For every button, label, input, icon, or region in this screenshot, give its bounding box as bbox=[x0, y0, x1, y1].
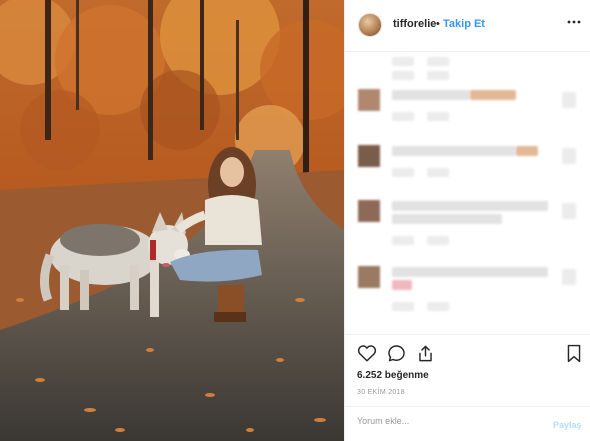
comment-input[interactable] bbox=[357, 416, 527, 426]
comment-text-blurred bbox=[392, 267, 548, 277]
username-link[interactable]: tifforelie bbox=[393, 18, 436, 30]
heart-icon[interactable] bbox=[357, 344, 377, 367]
comment-bubble-glyph bbox=[388, 345, 405, 362]
comment-placeholder bbox=[427, 112, 449, 121]
comment-placeholder bbox=[392, 112, 414, 121]
more-options-glyph bbox=[567, 20, 581, 24]
bookmark-glyph bbox=[567, 344, 581, 363]
comment-text-blurred bbox=[392, 280, 412, 290]
heart-glyph bbox=[357, 345, 377, 362]
post-photo[interactable] bbox=[0, 0, 344, 441]
comment-like-placeholder bbox=[562, 203, 576, 219]
separator-dot: • bbox=[436, 18, 440, 30]
share-glyph bbox=[419, 345, 432, 362]
comment-text-blurred bbox=[516, 146, 538, 156]
comment-avatar bbox=[358, 145, 380, 167]
comment-text-blurred bbox=[392, 201, 548, 211]
comment-text-blurred bbox=[392, 146, 516, 156]
more-options-icon[interactable] bbox=[567, 15, 581, 32]
comment-text-blurred bbox=[392, 214, 502, 224]
comment-placeholder bbox=[427, 57, 449, 66]
comment-like-placeholder bbox=[562, 148, 576, 164]
bookmark-icon[interactable] bbox=[566, 344, 582, 368]
comment-placeholder bbox=[427, 302, 449, 311]
comment-avatar bbox=[358, 266, 380, 288]
comment-text-blurred bbox=[392, 90, 470, 100]
post-comment-button[interactable]: Paylaş bbox=[553, 420, 582, 430]
comment-form: Paylaş bbox=[345, 406, 590, 441]
comment-placeholder bbox=[392, 71, 414, 80]
like-count[interactable]: 6.252 beğenme bbox=[357, 370, 429, 381]
comment-text-blurred bbox=[470, 90, 516, 100]
comment-avatar bbox=[358, 200, 380, 222]
comment-placeholder bbox=[392, 236, 414, 245]
comment-avatar bbox=[358, 89, 380, 111]
post-sidebar: tifforelie • Takip Et 6.252 beğenme 30 E… bbox=[344, 0, 590, 441]
comment-placeholder bbox=[392, 57, 414, 66]
follow-button[interactable]: Takip Et bbox=[443, 18, 485, 30]
photo-image bbox=[0, 0, 344, 441]
post-header: tifforelie • Takip Et bbox=[345, 0, 590, 52]
comment-placeholder bbox=[392, 168, 414, 177]
avatar[interactable] bbox=[358, 13, 382, 37]
comment-like-placeholder bbox=[562, 92, 576, 108]
comment-placeholder bbox=[427, 168, 449, 177]
comment-like-placeholder bbox=[562, 269, 576, 285]
comments-list bbox=[345, 52, 590, 334]
comment-placeholder bbox=[427, 236, 449, 245]
post-date[interactable]: 30 EKİM 2018 bbox=[357, 389, 405, 396]
comment-placeholder bbox=[392, 302, 414, 311]
comment-bubble-icon[interactable] bbox=[387, 344, 406, 368]
share-icon[interactable] bbox=[416, 344, 435, 368]
comment-placeholder bbox=[427, 71, 449, 80]
